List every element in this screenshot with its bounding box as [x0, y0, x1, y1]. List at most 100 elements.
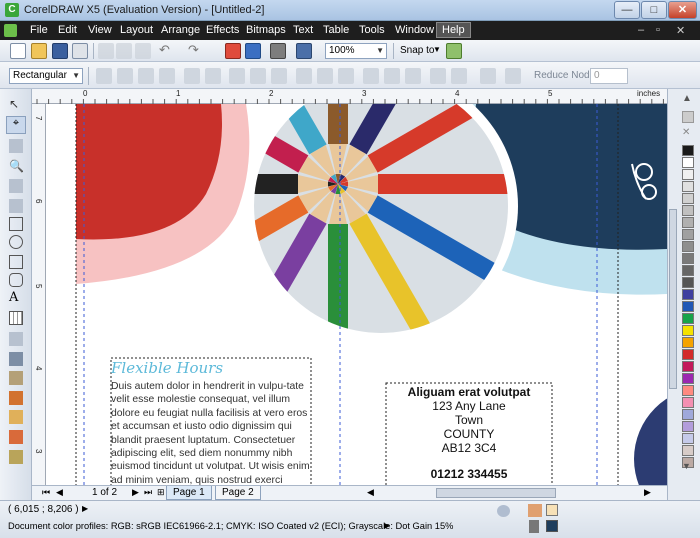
interactive-fill-icon[interactable]	[9, 450, 23, 464]
connector-tool-icon[interactable]	[9, 352, 23, 366]
color-swatch[interactable]	[682, 421, 694, 432]
symmetrical-node-icon[interactable]	[271, 68, 287, 84]
text-tool-icon[interactable]: A	[9, 290, 23, 305]
outline-color-swatch[interactable]	[546, 520, 558, 532]
palette-arrow-icon[interactable]: ▲	[682, 93, 692, 104]
address-block[interactable]: Aliguam erat volutpat 123 Any Lane Town …	[386, 385, 552, 481]
smart-fill-icon[interactable]	[9, 199, 23, 213]
menu-edit[interactable]: Edit	[58, 24, 77, 36]
crop-tool-icon[interactable]	[9, 139, 23, 153]
outline-tool-icon[interactable]	[9, 410, 23, 424]
menu-help[interactable]: Help	[436, 22, 471, 38]
target-icon[interactable]	[497, 505, 510, 517]
break-curve-icon[interactable]	[159, 68, 175, 84]
color-swatch[interactable]	[682, 385, 694, 396]
color-swatch[interactable]	[682, 313, 694, 324]
table-tool-icon[interactable]	[9, 311, 23, 325]
horizontal-scrollbar[interactable]	[436, 488, 556, 498]
zoom-levels-select[interactable]: 100% ▼	[325, 43, 387, 59]
tab-page-1[interactable]: Page 1	[166, 486, 212, 500]
select-all-nodes-icon[interactable]	[505, 68, 521, 84]
color-swatch[interactable]	[682, 337, 694, 348]
doc-restore-icon[interactable]: ▫	[656, 24, 660, 36]
reduce-nodes-input[interactable]: 0	[590, 68, 628, 84]
freehand-tool-icon[interactable]	[9, 179, 23, 193]
color-swatch[interactable]	[682, 361, 694, 372]
stretch-nodes-icon[interactable]	[363, 68, 379, 84]
zoom-tool-icon[interactable]: 🔍	[9, 159, 24, 173]
doc-close-icon[interactable]: ✕	[676, 24, 685, 37]
extract-subpath-icon[interactable]	[338, 68, 354, 84]
delete-node-icon[interactable]	[117, 68, 133, 84]
shape-type-select[interactable]: Rectangular ▼	[9, 68, 83, 84]
menu-effects[interactable]: Effects	[206, 24, 239, 36]
cusp-node-icon[interactable]	[229, 68, 245, 84]
horizontal-ruler[interactable]: 0 1 2 3 4 5 inches	[32, 89, 667, 104]
cut-icon[interactable]	[98, 43, 114, 59]
menu-layout[interactable]: Layout	[120, 24, 153, 36]
body-paragraph[interactable]: Duis autem dolor in hendrerit in vulpu-t…	[111, 380, 312, 485]
paste-icon[interactable]	[135, 43, 151, 59]
import-icon[interactable]	[225, 43, 241, 59]
eyedropper-tool-icon[interactable]	[9, 391, 23, 405]
color-swatch[interactable]	[682, 445, 694, 456]
menu-tools[interactable]: Tools	[359, 24, 385, 36]
doc-icon[interactable]	[4, 24, 17, 37]
join-nodes-icon[interactable]	[138, 68, 154, 84]
effects-tool-icon[interactable]	[9, 371, 23, 385]
minimize-button[interactable]: —	[614, 1, 640, 19]
color-swatch[interactable]	[682, 229, 694, 240]
align-nodes-icon[interactable]	[405, 68, 421, 84]
tab-page-2[interactable]: Page 2	[215, 486, 261, 500]
color-swatch[interactable]	[682, 277, 694, 288]
drawing-canvas[interactable]: Flexible Hours Duis autem dolor in hendr…	[46, 104, 667, 485]
print-icon[interactable]	[72, 43, 88, 59]
next-page-icon[interactable]: ▶	[132, 487, 139, 498]
new-document-icon[interactable]	[10, 43, 26, 59]
expand-arrow-icon[interactable]: ▶	[384, 521, 390, 530]
scroll-right-icon[interactable]: ▶	[644, 487, 651, 498]
basic-shapes-icon[interactable]	[9, 273, 23, 287]
export-icon[interactable]	[245, 43, 261, 59]
redo-icon[interactable]: ↷	[188, 43, 204, 59]
color-swatch[interactable]	[682, 373, 694, 384]
color-swatch[interactable]	[682, 181, 694, 192]
application-launcher-icon[interactable]	[270, 43, 286, 59]
color-swatch[interactable]	[682, 325, 694, 336]
menu-view[interactable]: View	[88, 24, 112, 36]
color-swatch[interactable]	[682, 301, 694, 312]
color-swatch[interactable]	[682, 397, 694, 408]
color-swatch[interactable]	[682, 169, 694, 180]
color-swatch[interactable]	[682, 217, 694, 228]
dimension-tool-icon[interactable]	[9, 332, 23, 346]
fill-color-swatch[interactable]	[546, 504, 558, 516]
color-swatch[interactable]	[682, 409, 694, 420]
reflect-horizontal-icon[interactable]	[430, 68, 446, 84]
color-swatch[interactable]	[682, 433, 694, 444]
ellipse-tool-icon[interactable]	[9, 235, 23, 249]
vertical-ruler[interactable]: 7 6 5 4 3	[32, 104, 46, 485]
open-icon[interactable]	[31, 43, 47, 59]
no-color-icon[interactable]: ✕	[682, 127, 690, 138]
menu-window[interactable]: Window	[395, 24, 434, 36]
save-icon[interactable]	[52, 43, 68, 59]
first-page-icon[interactable]: ⏮	[42, 487, 50, 498]
expand-arrow-icon[interactable]: ▶	[82, 504, 88, 513]
options-icon[interactable]	[446, 43, 462, 59]
to-line-icon[interactable]	[184, 68, 200, 84]
fill-tool-icon[interactable]	[9, 430, 23, 444]
color-swatch[interactable]	[682, 157, 694, 168]
last-page-icon[interactable]: ⏭	[144, 487, 152, 498]
rectangle-tool-icon[interactable]	[9, 217, 23, 231]
copy-icon[interactable]	[116, 43, 132, 59]
shape-tool-icon[interactable]: ⌖	[6, 116, 26, 134]
maximize-button[interactable]: □	[641, 1, 667, 19]
dock-icon[interactable]	[682, 111, 694, 123]
color-swatch[interactable]	[682, 289, 694, 300]
extend-curve-icon[interactable]	[317, 68, 333, 84]
welcome-screen-icon[interactable]	[296, 43, 312, 59]
menu-file[interactable]: File	[30, 24, 48, 36]
flexible-hours-heading[interactable]: Flexible Hours	[111, 359, 223, 377]
rotate-nodes-icon[interactable]	[384, 68, 400, 84]
color-swatch[interactable]	[682, 205, 694, 216]
